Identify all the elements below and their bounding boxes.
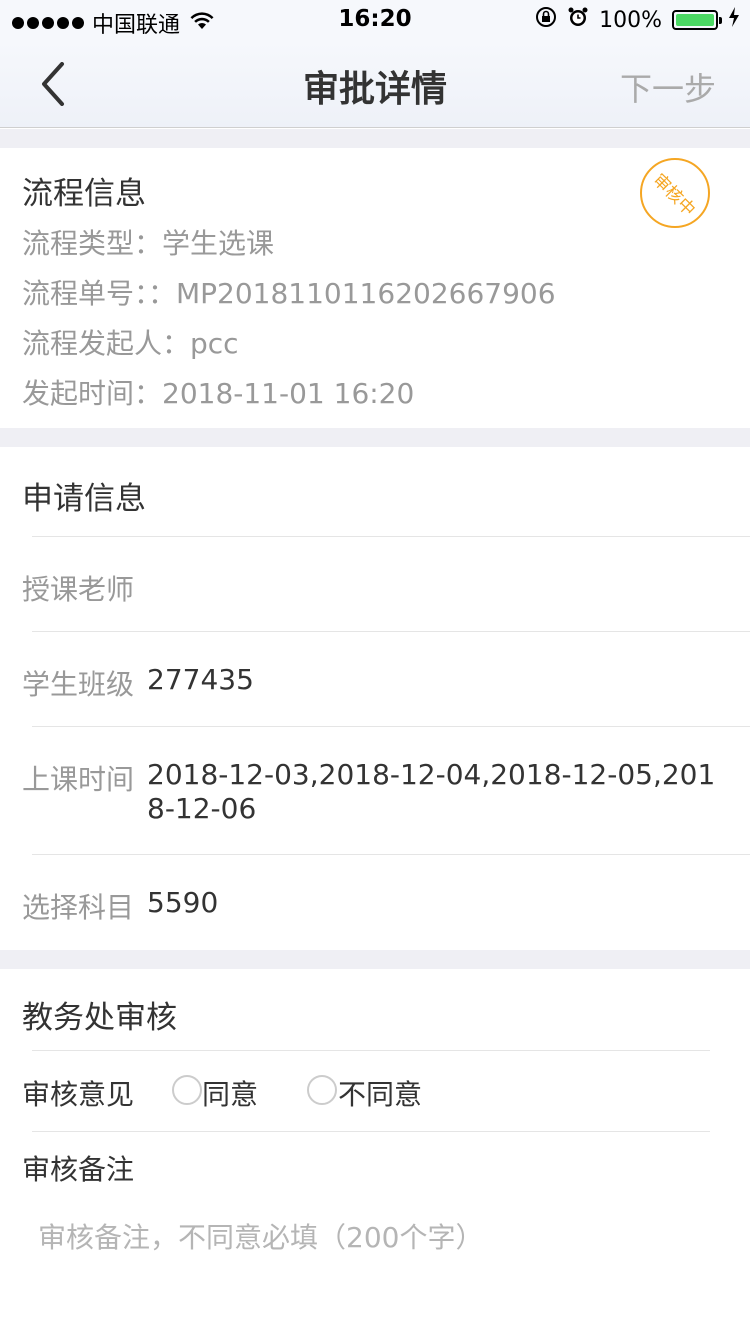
radio-disagree-label[interactable]: 不同意 [338,1073,422,1113]
divider [32,726,750,727]
process-initiator: 流程发起人：pcc [22,327,239,360]
battery-level [676,14,714,26]
section-gap [0,129,750,148]
row-label-class-time: 上课时间 [22,763,135,796]
radio-agree[interactable] [172,1075,202,1105]
process-type: 流程类型：学生选课 [22,227,275,260]
row-value-class: 277435 [147,663,254,696]
next-step-button[interactable]: 下一步 [620,64,716,110]
status-stamp-text: 审核中 [648,169,699,220]
alarm-icon [567,6,589,34]
review-remark-input[interactable] [22,1200,722,1300]
status-right: 100% [535,6,740,34]
row-value-subject: 5590 [147,886,219,919]
radio-disagree[interactable] [307,1075,337,1105]
battery-icon [672,10,722,30]
navigation-bar: 审批详情 下一步 [0,40,750,128]
section-gap [0,428,750,447]
process-start-time: 发起时间：2018-11-01 16:20 [22,377,415,410]
row-value-class-time: 2018-12-03,2018-12-04,2018-12-05,2018-12… [147,758,716,825]
process-info-title: 流程信息 [22,176,146,212]
section-gap [0,950,750,969]
review-title: 教务处审核 [22,1000,177,1036]
divider [32,536,750,537]
review-opinion-label: 审核意见 [22,1078,135,1111]
status-bar: 中国联通 16:20 100% [0,0,750,40]
divider [32,631,750,632]
status-stamp: 审核中 [640,158,710,228]
row-label-subject: 选择科目 [22,891,135,924]
divider [32,1050,710,1051]
process-number: 流程单号：：MP2018110116202667906 [22,277,556,310]
battery-percent: 100% [599,7,662,33]
review-remark-label: 审核备注 [22,1153,135,1186]
divider [32,854,750,855]
charging-bolt-icon [728,7,740,33]
row-label-class: 学生班级 [22,668,135,701]
divider [32,1131,710,1132]
orientation-lock-icon [535,6,557,34]
radio-agree-label[interactable]: 同意 [202,1073,258,1113]
row-label-teacher: 授课老师 [22,573,135,606]
application-info-title: 申请信息 [22,481,146,517]
